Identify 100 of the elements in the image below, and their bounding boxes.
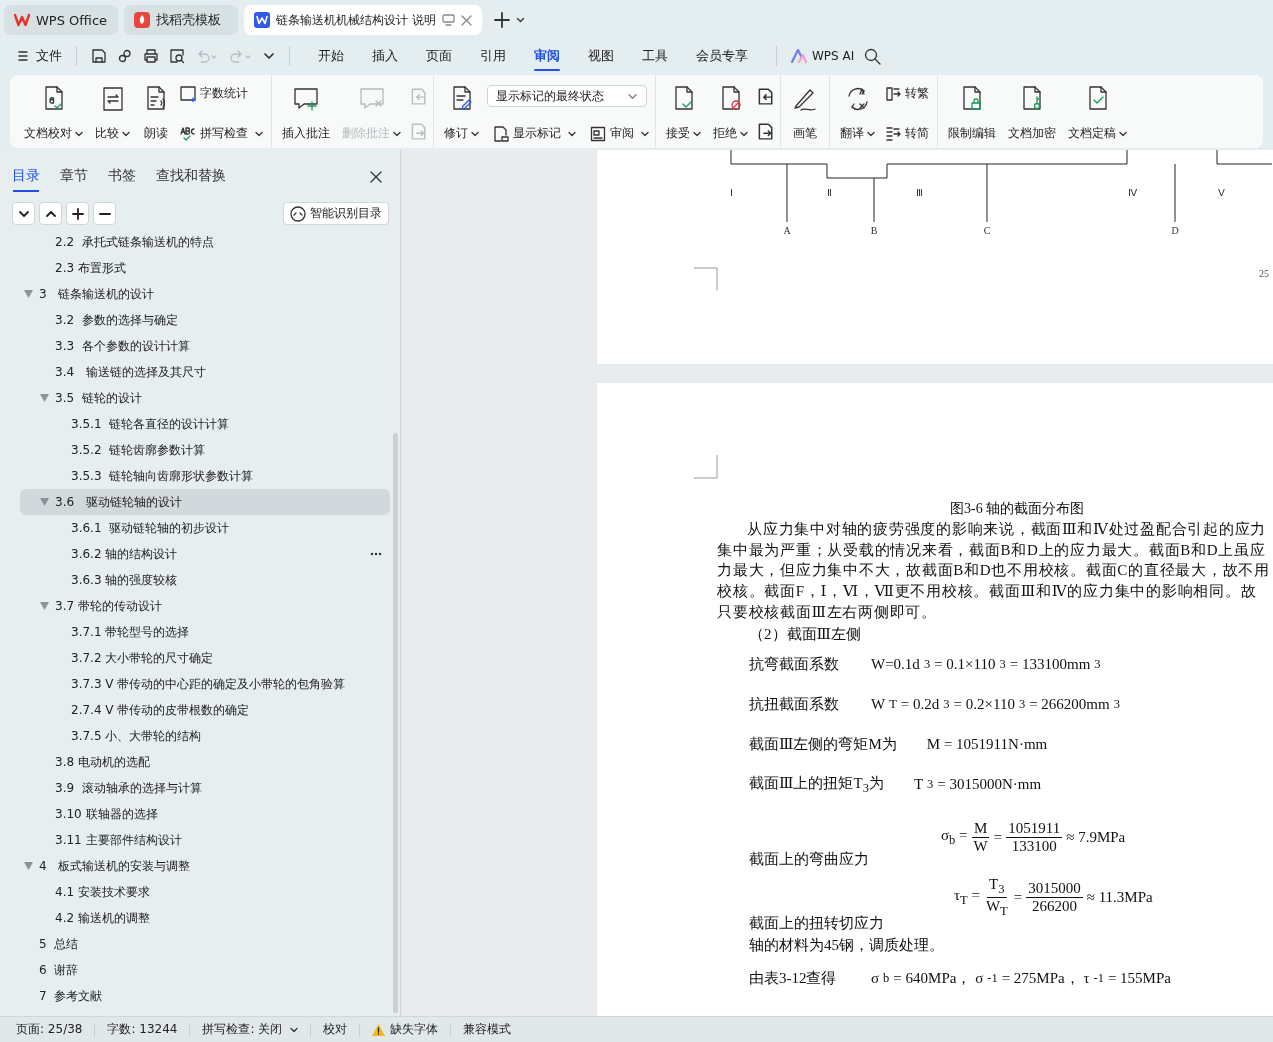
ribbon-tab[interactable]: 视图 — [574, 41, 628, 71]
next-change-icon[interactable] — [756, 122, 774, 140]
panel-tab[interactable]: 章节 — [60, 165, 88, 189]
ribbon-button[interactable]: 文档加密 — [1004, 83, 1060, 144]
expanded-triangle-icon[interactable] — [40, 602, 49, 610]
ribbon-button[interactable]: 接受 — [662, 83, 705, 144]
wps-ai-button[interactable]: WPS AI — [791, 49, 855, 63]
formula-label: 由表3-12查得 — [749, 969, 838, 988]
toc-item[interactable]: 3.7.3 V 带传动的中心距的确定及小带轮的包角验算 — [20, 671, 390, 697]
expand-button[interactable] — [39, 202, 62, 225]
ribbon-button[interactable]: 转简 — [885, 125, 929, 142]
toc-item[interactable]: 3.7.5 小、大带轮的结构 — [20, 723, 390, 749]
toc-item[interactable]: 3.5.1 链轮各直径的设计计算 — [20, 411, 390, 437]
ribbon-button[interactable]: 修订 — [440, 83, 483, 144]
remove-icon — [98, 212, 111, 215]
ribbon-button[interactable]: 显示标记 — [493, 125, 576, 142]
scrollbar-thumb[interactable] — [393, 433, 398, 1013]
link-icon[interactable] — [117, 48, 133, 64]
toc-item[interactable]: 4 板式输送机的安装与调整 — [20, 853, 390, 879]
proofread-button[interactable]: 校对 — [323, 1021, 348, 1038]
save-icon[interactable] — [91, 48, 107, 64]
file-menu-button[interactable]: 文件 — [18, 47, 62, 65]
ribbon-button[interactable]: 转繁 — [885, 85, 929, 102]
missing-font-button[interactable]: 缺失字体 — [372, 1021, 439, 1038]
paragraph: 从应力集中对轴的疲劳强度的影响来说，截面Ⅲ和Ⅳ处过盈配合引起的应力集中最为严重；从受载的情况来看，截面B和D上的应力最大。截面B和D上虽应力最大，但应力集中不大，故截面B和D也不用校核。截面C的直径最大，故不用校核。截面F，Ⅰ，Ⅵ，Ⅶ更不用校核。截面Ⅲ和Ⅳ的应力集中的影响相同。故只要校核截面Ⅲ左右两侧即可。 — [717, 520, 1271, 622]
markup-dropdown[interactable]: 显示标记的最终状态 — [487, 85, 647, 107]
toc-item[interactable]: 2.7.4 V 带传动的皮带根数的确定 — [20, 697, 390, 723]
app-tab[interactable]: WPS Office — [4, 5, 118, 35]
toc-item[interactable]: 3.4 输送链的选择及其尺寸 — [20, 359, 390, 385]
expanded-triangle-icon[interactable] — [40, 394, 49, 402]
print-preview-icon[interactable] — [169, 48, 185, 64]
ribbon-button[interactable]: 比较 — [91, 83, 134, 144]
ribbon-button[interactable]: 画笔 — [787, 83, 823, 144]
toc-item[interactable]: 3.3 各个参数的设计计算 — [20, 333, 390, 359]
ribbon-button[interactable]: 插入批注 — [278, 83, 334, 144]
toc-item[interactable]: 3.5.3 链轮轴向齿廓形状参数计算 — [20, 463, 390, 489]
ribbon-tab[interactable]: 页面 — [412, 41, 466, 71]
ribbon-button[interactable]: 文档定稿 — [1064, 83, 1131, 144]
toc-item[interactable]: 3.7 带轮的传动设计 — [20, 593, 390, 619]
toc-item[interactable]: 3.11 主要部件结构设计 — [20, 827, 390, 853]
panel-tab[interactable]: 查找和替换 — [156, 165, 226, 189]
panel-tab[interactable]: 目录 — [12, 165, 40, 189]
toc-item[interactable]: 6 谢辞 — [20, 957, 390, 983]
toc-item[interactable]: 4.1 安装技术要求 — [20, 879, 390, 905]
word-count[interactable]: 字数: 13244 — [107, 1021, 178, 1038]
app-tab[interactable]: 找稻壳模板 — [124, 5, 238, 35]
search-icon[interactable] — [864, 47, 882, 65]
previous-change-icon[interactable] — [756, 87, 774, 105]
toc-item[interactable]: 3.2 参数的选择与确定 — [20, 307, 390, 333]
panel-tab[interactable]: 书签 — [108, 165, 136, 189]
ribbon-tab[interactable]: 工具 — [628, 41, 682, 71]
ribbon-button[interactable]: 拼写检查 — [180, 125, 263, 142]
toc-item[interactable]: 3 链条输送机的设计 — [20, 281, 390, 307]
more-icon[interactable] — [370, 552, 382, 556]
toc-item[interactable]: 3.10 联轴器的选择 — [20, 801, 390, 827]
toc-item[interactable]: 3.6.3 轴的强度较核 — [20, 567, 390, 593]
ribbon-button[interactable]: 翻译 — [836, 83, 879, 144]
toc-item[interactable]: 3.9 滚动轴承的选择与计算 — [20, 775, 390, 801]
toc-item[interactable]: 3.5.2 链轮齿廓参数计算 — [20, 437, 390, 463]
toc-item[interactable]: 3.8 电动机的选配 — [20, 749, 390, 775]
ribbon-button[interactable]: 朗读 — [138, 83, 174, 144]
ribbon-button[interactable]: 拒绝 — [709, 83, 752, 144]
toc-item[interactable]: 5 总结 — [20, 931, 390, 957]
smart-toc-button[interactable]: 智能识别目录 — [283, 202, 389, 225]
equals-sign: = — [993, 828, 1003, 846]
new-tab-icon[interactable] — [493, 12, 510, 28]
print-icon[interactable] — [143, 48, 159, 64]
monitor-icon[interactable] — [441, 14, 455, 26]
remove-button[interactable] — [93, 202, 116, 225]
toc-item[interactable]: 3.5 链轮的设计 — [20, 385, 390, 411]
ribbon-tab[interactable]: 审阅 — [520, 41, 574, 71]
ribbon-tab[interactable]: 引用 — [466, 41, 520, 71]
ribbon-tab[interactable]: 会员专享 — [682, 41, 762, 71]
toc-item[interactable]: 2.2 承托式链条输送机的特点 — [20, 229, 390, 255]
ribbon-button[interactable]: 字数统计 — [180, 85, 263, 102]
add-button[interactable] — [66, 202, 89, 225]
toc-item[interactable]: 4.2 输送机的调整 — [20, 905, 390, 931]
close-icon[interactable] — [370, 171, 382, 183]
ai-logo-icon — [791, 49, 807, 63]
toc-item[interactable]: 3.6.1 驱动链轮轴的初步设计 — [20, 515, 390, 541]
ribbon-button[interactable]: 限制编辑 — [944, 83, 1000, 144]
toc-item[interactable]: 3.7.1 带轮型号的选择 — [20, 619, 390, 645]
chevron-down-icon[interactable] — [515, 17, 525, 23]
ribbon-button[interactable]: 审阅 — [590, 125, 649, 142]
collapse-button[interactable] — [12, 202, 35, 225]
toc-item[interactable]: 7 参考文献 — [20, 983, 390, 1009]
ribbon-tab[interactable]: 开始 — [304, 41, 358, 71]
ribbon-button[interactable]: 文档校对 — [20, 83, 87, 144]
ribbon-tab[interactable]: 插入 — [358, 41, 412, 71]
toc-item[interactable]: 3.6 驱动链轮轴的设计 — [20, 489, 390, 515]
point-label: A — [783, 225, 791, 236]
chevron-down-icon[interactable] — [263, 52, 275, 60]
expanded-triangle-icon[interactable] — [24, 290, 33, 298]
spellcheck-icon — [180, 125, 196, 142]
expanded-triangle-icon[interactable] — [24, 862, 33, 870]
toc-item[interactable]: 2.3 布置形式 — [20, 255, 390, 281]
spellcheck-button[interactable]: 拼写检查: 关闭 — [202, 1021, 299, 1038]
toc-item[interactable]: 3.6.2 轴的结构设计 — [20, 541, 390, 567]
toc-item[interactable]: 3.7.2 大小带轮的尺寸确定 — [20, 645, 390, 671]
app-tab[interactable]: 链条输送机机械结构设计 说明 — [244, 5, 482, 35]
